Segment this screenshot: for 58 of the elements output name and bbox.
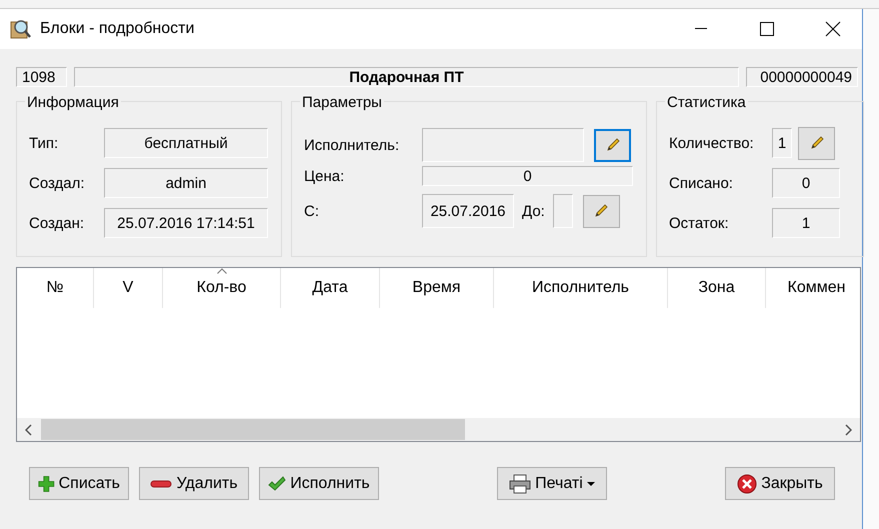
value-field: 1	[772, 208, 840, 238]
name-field: Подарочная ПТ	[74, 67, 739, 87]
field-label: Создан:	[29, 214, 86, 232]
horizontal-scrollbar[interactable]	[17, 418, 860, 441]
plus-icon	[38, 474, 55, 494]
scrollbar-thumb[interactable]	[41, 419, 465, 440]
group-title: Информация	[25, 94, 121, 111]
scroll-left-icon[interactable]	[25, 424, 33, 436]
column-header[interactable]: Время	[380, 268, 494, 308]
sort-icon	[216, 268, 226, 274]
value-field: admin	[104, 168, 268, 198]
printer-icon	[509, 474, 532, 494]
close-button[interactable]: Закрыть	[725, 467, 835, 500]
edit-button[interactable]	[594, 128, 631, 162]
value-field: 0	[772, 168, 840, 198]
value-field: 25.07.2016 17:14:51	[104, 208, 268, 238]
minus-icon	[150, 478, 172, 488]
print-button[interactable]: Печаті	[497, 467, 607, 500]
pencil-icon	[604, 137, 620, 153]
edit-button[interactable]	[582, 194, 620, 228]
column-header[interactable]: Дата	[281, 268, 380, 308]
error-icon	[737, 474, 758, 494]
field-label: Цена:	[304, 168, 346, 184]
field-label: Тип:	[29, 134, 60, 152]
check-icon	[268, 476, 286, 492]
column-header[interactable]: Зона	[668, 268, 766, 308]
magnifier-icon	[10, 18, 32, 40]
code-field: 00000000049	[746, 67, 858, 87]
field-label: С:	[304, 202, 320, 220]
field-label: Количество:	[669, 134, 755, 152]
field-label: Создал:	[29, 174, 86, 192]
column-header[interactable]: V	[94, 268, 163, 308]
pencil-icon	[593, 203, 610, 219]
column-header[interactable]: №	[17, 268, 94, 308]
value-field: 1	[772, 128, 792, 158]
value-field: бесплатный	[104, 128, 268, 158]
price-field: 0	[422, 166, 633, 186]
delete-button[interactable]: Удалить	[139, 467, 249, 500]
close-icon[interactable]	[825, 21, 841, 37]
field-label: До:	[522, 202, 545, 220]
scroll-right-icon[interactable]	[844, 424, 852, 436]
id-field: 1098	[16, 67, 67, 87]
group-title: Параметры	[300, 94, 384, 111]
edit-button[interactable]	[798, 126, 835, 160]
field-label: Списано:	[669, 174, 734, 192]
minimize-icon[interactable]	[695, 28, 707, 30]
add-button[interactable]: Списать	[29, 467, 129, 500]
field-label: Исполнитель:	[304, 136, 400, 154]
execute-button[interactable]: Исполнить	[259, 467, 379, 500]
date-field	[552, 194, 573, 228]
maximize-icon[interactable]	[760, 22, 774, 36]
column-header[interactable]: Исполнитель	[494, 268, 668, 308]
window-title: Блоки - подробности	[40, 20, 196, 38]
date-field: 25.07.2016	[422, 194, 514, 228]
pencil-icon	[808, 135, 824, 151]
column-header[interactable]: Кол-во	[163, 268, 281, 308]
caret-icon	[586, 482, 595, 486]
field-label: Остаток:	[669, 214, 730, 232]
